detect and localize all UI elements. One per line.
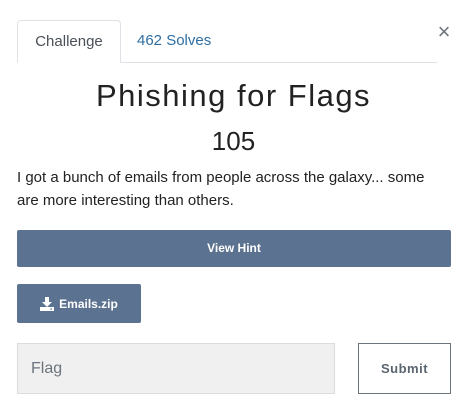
close-icon[interactable]: × xyxy=(436,21,452,43)
challenge-description: I got a bunch of emails from people acro… xyxy=(17,169,425,209)
tab-bar: Challenge 462 Solves xyxy=(17,20,437,63)
download-icon xyxy=(40,296,55,311)
tab-challenge[interactable]: Challenge xyxy=(17,20,121,63)
submit-button[interactable]: Submit xyxy=(358,343,451,394)
file-name-label: Emails.zip xyxy=(59,296,118,311)
view-hint-button[interactable]: View Hint xyxy=(17,230,451,267)
download-file-button[interactable]: Emails.zip xyxy=(17,284,141,323)
tab-solves[interactable]: 462 Solves xyxy=(137,20,211,62)
challenge-points: 105 xyxy=(211,126,256,156)
flag-input[interactable] xyxy=(17,343,335,394)
challenge-title: Phishing for Flags xyxy=(95,78,372,113)
